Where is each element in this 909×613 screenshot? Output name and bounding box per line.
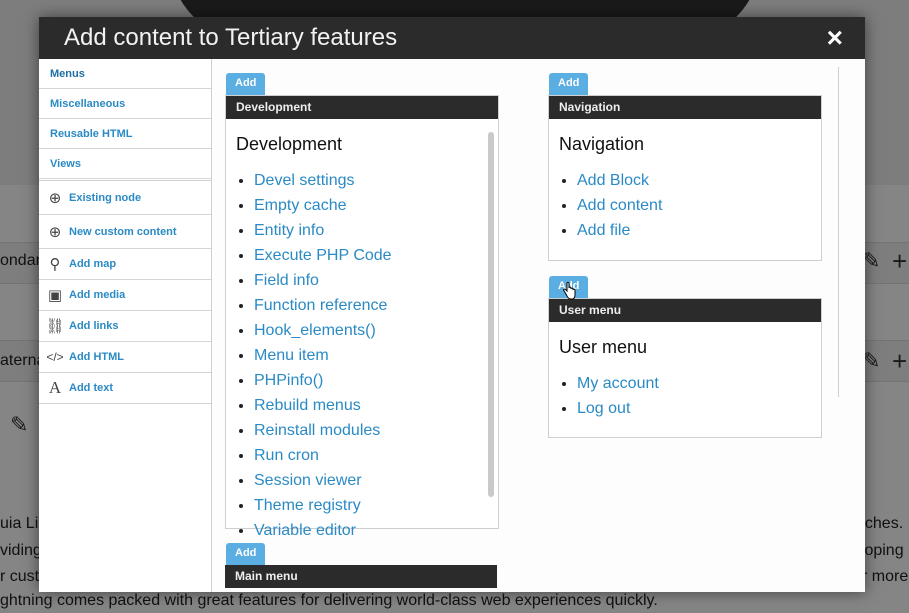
user-menu-list: My account Log out xyxy=(549,371,821,421)
plus-circle-icon: ⊕ xyxy=(48,189,62,207)
add-main-menu-button[interactable]: Add xyxy=(226,543,266,565)
menu-link[interactable]: Function reference xyxy=(254,297,387,314)
menu-list-item: Add content xyxy=(577,193,821,218)
add-content-modal: Add content to Tertiary features × Menus… xyxy=(39,17,865,592)
sidebar-add-existing-node[interactable]: ⊕ Existing node xyxy=(39,181,211,215)
add-navigation-button[interactable]: Add xyxy=(549,73,589,95)
content-scroll-divider xyxy=(838,67,839,397)
menu-link[interactable]: Field info xyxy=(254,272,319,289)
menu-list-item: Add file xyxy=(577,218,821,243)
sidebar-add-label: Add media xyxy=(69,289,126,301)
menu-link[interactable]: Theme registry xyxy=(254,497,361,514)
sidebar-add-map[interactable]: ⚲ Add map xyxy=(39,249,211,280)
menu-link[interactable]: Hook_elements() xyxy=(254,322,376,339)
menu-list-item: Entity info xyxy=(254,218,498,243)
menu-list-item: Log out xyxy=(577,396,821,421)
menu-link[interactable]: Variable editor xyxy=(254,522,356,539)
plus-circle-icon: ⊕ xyxy=(48,223,62,241)
navigation-menu-list: Add Block Add content Add file xyxy=(549,168,821,243)
menu-link[interactable]: Menu item xyxy=(254,347,329,364)
hand-cursor-icon xyxy=(562,282,576,300)
sidebar-add-new-custom-content[interactable]: ⊕ New custom content xyxy=(39,215,211,249)
image-icon: ▣ xyxy=(47,287,63,304)
menu-link[interactable]: Rebuild menus xyxy=(254,397,361,414)
modal-title: Add content to Tertiary features xyxy=(64,24,398,51)
menu-link[interactable]: Session viewer xyxy=(254,472,362,489)
sidebar-add-label: Add links xyxy=(69,320,119,332)
modal-header: Add content to Tertiary features × xyxy=(39,17,865,59)
block-scrollbar[interactable] xyxy=(488,132,494,497)
menu-list-item: Execute PHP Code xyxy=(254,243,498,268)
block-header-bar: Development xyxy=(226,96,498,119)
menu-list-item: Menu item xyxy=(254,343,498,368)
sidebar-add-label: Add map xyxy=(69,258,117,270)
menu-list-item: Add Block xyxy=(577,168,821,193)
sidebar-add-label: Existing node xyxy=(69,191,142,204)
development-block: Development Development Devel settings Em… xyxy=(225,95,499,539)
menu-list-item: Run cron xyxy=(254,443,498,468)
menu-link[interactable]: My account xyxy=(577,375,659,392)
sidebar-item-menus[interactable]: Menus xyxy=(39,59,211,89)
sidebar-add-html[interactable]: </> Add HTML xyxy=(39,342,211,373)
main-menu-block: Main menu xyxy=(225,565,497,592)
block-title: User menu xyxy=(559,337,648,357)
menu-link[interactable]: Execute PHP Code xyxy=(254,247,392,264)
navigation-block: Navigation Navigation Add Block Add conte… xyxy=(548,95,822,261)
sidebar-add-label: Add HTML xyxy=(69,351,124,363)
sidebar-item-reusable-html[interactable]: Reusable HTML xyxy=(39,119,211,149)
close-icon[interactable]: × xyxy=(827,23,843,53)
menu-link[interactable]: Add file xyxy=(577,222,630,239)
add-development-button[interactable]: Add xyxy=(226,73,266,95)
code-icon: </> xyxy=(46,350,64,364)
menu-link[interactable]: Reinstall modules xyxy=(254,422,380,439)
menu-link[interactable]: Log out xyxy=(577,400,630,417)
menu-list-item: My account xyxy=(577,371,821,396)
menu-link[interactable]: Entity info xyxy=(254,222,324,239)
menu-list-item: Theme registry xyxy=(254,493,498,518)
menu-list-item: PHPinfo() xyxy=(254,368,498,393)
development-menu-list: Devel settings Empty cache Entity info Exec… xyxy=(226,168,498,543)
menu-list-item: Rebuild menus xyxy=(254,393,498,418)
block-title: Navigation xyxy=(559,134,645,154)
user-menu-block: User menu User menu My account Log out xyxy=(548,298,822,438)
sidebar-item-views[interactable]: Views xyxy=(39,149,211,179)
sidebar-add-media[interactable]: ▣ Add media xyxy=(39,280,211,311)
menu-list-item: Hook_elements() xyxy=(254,318,498,343)
menu-link[interactable]: Add content xyxy=(577,197,662,214)
sidebar-add-links[interactable]: ⛓ Add links xyxy=(39,311,211,342)
menu-link[interactable]: Add Block xyxy=(577,172,649,189)
menu-list-item: Empty cache xyxy=(254,193,498,218)
menu-link[interactable]: PHPinfo() xyxy=(254,372,323,389)
category-sidebar: Menus Miscellaneous Reusable HTML Views … xyxy=(39,59,212,592)
sidebar-add-label: New custom content xyxy=(69,225,177,238)
block-header-bar: User menu xyxy=(549,299,821,322)
sidebar-add-label: Add text xyxy=(69,382,113,394)
sidebar-item-miscellaneous[interactable]: Miscellaneous xyxy=(39,89,211,119)
sidebar-add-text[interactable]: A Add text xyxy=(39,373,211,404)
menu-link[interactable]: Devel settings xyxy=(254,172,355,189)
menu-list-item: Devel settings xyxy=(254,168,498,193)
content-area: Add Development Development Devel settin… xyxy=(212,59,865,592)
menu-list-item: Reinstall modules xyxy=(254,418,498,443)
menu-list-item: Function reference xyxy=(254,293,498,318)
menu-list-item: Session viewer xyxy=(254,468,498,493)
block-title: Development xyxy=(236,134,343,154)
menu-link[interactable]: Empty cache xyxy=(254,197,346,214)
block-header-bar: Main menu xyxy=(225,565,497,588)
text-icon: A xyxy=(48,378,62,397)
menu-link[interactable]: Run cron xyxy=(254,447,319,464)
menu-list-item: Variable editor xyxy=(254,518,498,543)
block-header-bar: Navigation xyxy=(549,96,821,119)
link-icon: ⛓ xyxy=(45,318,65,335)
map-marker-icon: ⚲ xyxy=(49,256,61,273)
menu-list-item: Field info xyxy=(254,268,498,293)
